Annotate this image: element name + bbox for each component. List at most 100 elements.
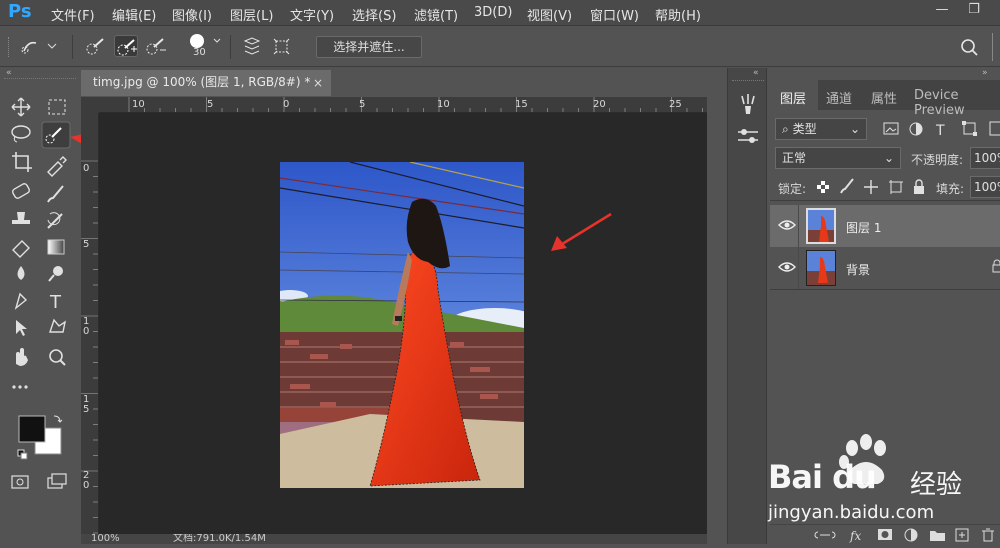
menu-3d[interactable]: 3D(D) xyxy=(474,5,512,20)
menu-type[interactable]: 文字(Y) xyxy=(290,5,334,24)
blend-mode-value: 正常 xyxy=(782,151,807,165)
ruler-origin[interactable] xyxy=(81,97,99,113)
filter-smart-object-icon xyxy=(989,121,1000,136)
tab-properties[interactable]: 属性 xyxy=(871,88,897,107)
document-image[interactable] xyxy=(280,162,524,488)
lock-icon xyxy=(992,259,1000,273)
menu-select[interactable]: 选择(S) xyxy=(352,5,396,24)
menu-help[interactable]: 帮助(H) xyxy=(655,5,701,24)
fill-label: 填充: xyxy=(936,182,965,196)
annotation-arrow-canvas xyxy=(551,212,612,251)
gradient-tool[interactable] xyxy=(44,236,70,262)
path-selection-tool[interactable] xyxy=(8,322,34,348)
select-and-mask-button[interactable]: 选择并遮住... xyxy=(316,36,422,58)
quick-mask-button[interactable] xyxy=(8,472,34,498)
baidu-watermark: Bai du 经验 jingyan.baidu.com xyxy=(760,430,1000,530)
sliders-icon xyxy=(738,129,758,143)
menu-image[interactable]: 图像(I) xyxy=(172,5,212,24)
menu-filter[interactable]: 滤镜(T) xyxy=(414,5,458,24)
sample-layers-icon xyxy=(243,37,261,55)
watermark-suffix: 经验 xyxy=(910,470,963,500)
h-ruler-label: 10 xyxy=(437,99,450,110)
brush-add-icon xyxy=(117,39,137,56)
background-color[interactable] xyxy=(36,428,62,454)
horizontal-ruler[interactable]: 10 5 0 5 10 15 20 25 xyxy=(99,97,707,113)
restore-button[interactable]: ❐ xyxy=(958,0,990,22)
marquee-tool[interactable] xyxy=(44,96,70,122)
adjustments-panel-button[interactable] xyxy=(736,124,760,148)
chevron-down-icon: ⌄ xyxy=(849,122,860,136)
menu-window[interactable]: 窗口(W) xyxy=(590,5,639,24)
workspace-switcher[interactable] xyxy=(992,33,1000,61)
minimize-button[interactable]: — xyxy=(926,0,958,22)
zoom-level[interactable]: 100% xyxy=(91,534,120,544)
layer-filter-dropdown[interactable]: ⌕ 类型 ⌄ xyxy=(775,118,867,140)
layer-name[interactable]: 图层 1 xyxy=(846,219,881,236)
history-panel-button[interactable] xyxy=(736,92,760,116)
close-document-icon[interactable]: × xyxy=(313,76,323,90)
move-tool[interactable] xyxy=(8,96,34,122)
sample-all-layers-button[interactable] xyxy=(240,35,264,57)
auto-enhance-button[interactable] xyxy=(270,35,294,57)
h-ruler-ticks xyxy=(128,97,703,112)
document-size-info[interactable]: 文档:791.0K/1.54M xyxy=(173,534,266,544)
tab-channels[interactable]: 通道 xyxy=(826,88,852,107)
tab-layers[interactable]: 图层 xyxy=(780,88,806,107)
subtract-from-selection-button[interactable] xyxy=(144,35,168,57)
crop-tool[interactable] xyxy=(8,152,34,178)
vertical-ruler[interactable]: 0 5 1 0 1 5 2 0 xyxy=(81,113,99,534)
tab-device-preview[interactable]: Device Preview xyxy=(914,88,1000,118)
expand-panels-icon[interactable]: « xyxy=(753,68,759,78)
custom-shape-tool[interactable] xyxy=(44,322,70,348)
pen-tool[interactable] xyxy=(8,294,34,320)
swap-colors-icon xyxy=(53,415,63,423)
menu-edit[interactable]: 编辑(E) xyxy=(112,5,156,24)
menu-layer[interactable]: 图层(L) xyxy=(230,5,273,24)
eraser-tool[interactable] xyxy=(8,236,34,262)
layer-row[interactable]: 图层 1 xyxy=(770,205,1000,247)
menu-view[interactable]: 视图(V) xyxy=(527,5,572,24)
layer-name[interactable]: 背景 xyxy=(846,261,870,278)
eye-icon xyxy=(778,220,796,230)
collapse-toolbar-icon[interactable]: « xyxy=(6,68,12,78)
lock-icons xyxy=(817,178,924,194)
history-brush-tool[interactable] xyxy=(44,208,70,234)
search-button[interactable] xyxy=(958,36,982,58)
layer-row[interactable]: 背景 xyxy=(770,247,1000,289)
collapse-panel-icon[interactable]: » xyxy=(982,68,988,78)
watermark-url: jingyan.baidu.com xyxy=(768,502,935,523)
v-ruler-label: 1 0 xyxy=(83,316,90,337)
document-tab[interactable]: timg.jpg @ 100% (图层 1, RGB/8#) * xyxy=(81,70,331,96)
screen-mode-button[interactable] xyxy=(44,472,70,498)
blend-mode-dropdown[interactable]: 正常 ⌄ xyxy=(775,147,901,169)
clone-stamp-tool[interactable] xyxy=(8,208,34,234)
delete-icon xyxy=(982,528,994,542)
menu-file[interactable]: 文件(F) xyxy=(51,5,95,24)
v-ruler-label: 0 xyxy=(83,163,90,174)
type-tool[interactable] xyxy=(44,294,70,320)
visibility-eye-icon[interactable] xyxy=(778,218,796,235)
fill-input[interactable]: 100% xyxy=(970,176,1000,198)
edit-toolbar-button[interactable] xyxy=(8,380,34,406)
lasso-tool[interactable] xyxy=(8,124,34,150)
zoom-tool[interactable] xyxy=(44,350,70,376)
lock-artboard-icon xyxy=(889,180,903,194)
tool-preset-picker[interactable] xyxy=(20,35,57,57)
add-to-selection-button[interactable] xyxy=(114,35,138,57)
dodge-tool[interactable] xyxy=(44,264,70,290)
watermark-logo-text: Bai du xyxy=(768,458,877,496)
blur-tool[interactable] xyxy=(8,264,34,290)
brush-tool[interactable] xyxy=(44,180,70,206)
v-ruler-label: 2 0 xyxy=(83,470,90,491)
h-ruler-label: 20 xyxy=(593,99,606,110)
h-ruler-label: 25 xyxy=(669,99,682,110)
visibility-eye-icon[interactable] xyxy=(778,260,796,277)
divider xyxy=(798,205,799,247)
hand-tool[interactable] xyxy=(8,350,34,376)
opacity-input[interactable]: 100% xyxy=(970,147,1000,169)
new-selection-button[interactable] xyxy=(84,35,108,57)
grip xyxy=(4,78,76,81)
adjustment-icon xyxy=(904,528,918,542)
healing-brush-tool[interactable] xyxy=(8,180,34,206)
panel-tabs: 图层 通道 属性 Device Preview xyxy=(768,80,1000,118)
